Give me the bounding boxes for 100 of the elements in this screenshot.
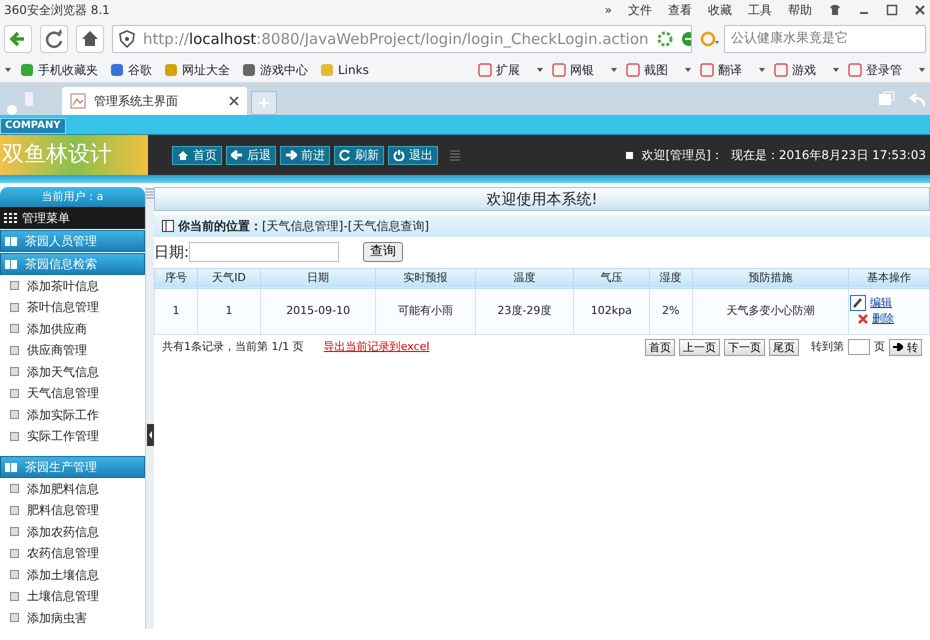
page-icon <box>10 548 19 558</box>
bookmark-icon <box>164 62 178 76</box>
menu-item[interactable]: 天气信息管理 <box>0 382 145 404</box>
refresh-icon[interactable] <box>40 24 68 52</box>
welcome-text: 欢迎[管理员]： <box>641 147 723 164</box>
page-icon <box>10 410 19 420</box>
menu-item[interactable]: 帮助 <box>788 1 812 19</box>
bookmark-link[interactable]: 网址大全 <box>164 60 230 78</box>
bookmark-icon <box>20 62 34 76</box>
toolbar-button[interactable]: 扩展 <box>478 60 520 78</box>
column-header: 天气ID <box>197 268 261 288</box>
toolbar-button[interactable]: 登录管 <box>848 60 902 78</box>
maximize-icon[interactable] <box>886 4 898 16</box>
column-header: 预防措施 <box>692 268 849 288</box>
page-button[interactable]: 下一页 <box>724 338 765 356</box>
menu-item[interactable]: 实际工作管理 <box>0 426 145 447</box>
toolbar-button[interactable]: 翻译 <box>700 60 742 78</box>
caret-icon[interactable] <box>832 66 840 74</box>
menu-item[interactable]: 添加土壤信息 <box>0 564 145 586</box>
menu-item[interactable]: 茶叶信息管理 <box>0 296 145 318</box>
close-icon[interactable] <box>914 4 926 16</box>
page-button[interactable]: 尾页 <box>769 338 799 356</box>
table-cell: 23度-29度 <box>475 288 574 334</box>
page-icon <box>10 592 19 601</box>
bookmark-icon <box>242 62 256 76</box>
table-cell: 2% <box>649 288 692 334</box>
toolbar-button[interactable]: 网银 <box>552 60 594 78</box>
caret-icon[interactable] <box>536 66 544 74</box>
toolbar-button[interactable]: 游戏 <box>774 60 816 78</box>
delete-link[interactable]: 删除 <box>872 311 894 328</box>
grip-icon <box>146 187 154 199</box>
loading-icon <box>656 30 673 46</box>
column-header: 气压 <box>573 268 650 288</box>
bookmark-link[interactable]: 手机收藏夹 <box>20 60 98 78</box>
menu-item[interactable]: 添加病虫害 <box>0 607 145 628</box>
edit-link[interactable]: 编辑 <box>870 294 892 311</box>
logo: 双鱼林设计 <box>0 135 148 175</box>
nav-button[interactable]: 首页 <box>172 146 222 164</box>
menu-item[interactable]: 添加实际工作 <box>0 404 145 426</box>
page-button[interactable]: 首页 <box>645 338 675 356</box>
delete-icon <box>858 314 868 324</box>
bookmark-link[interactable]: Links <box>320 60 369 78</box>
menu-item[interactable]: 工具 <box>748 1 772 19</box>
column-header: 日期 <box>260 268 376 288</box>
menu-item[interactable]: 土壤信息管理 <box>0 586 145 607</box>
menu-item[interactable]: 农药信息管理 <box>0 542 145 564</box>
collapse-handle-icon[interactable] <box>146 424 154 446</box>
nav-button[interactable]: 刷新 <box>334 146 384 164</box>
caret-icon[interactable] <box>684 66 692 74</box>
back-icon[interactable] <box>4 24 32 52</box>
page-button[interactable]: 上一页 <box>679 338 720 356</box>
menu-item[interactable]: 供应商管理 <box>0 340 145 361</box>
caret-icon[interactable] <box>918 66 926 74</box>
nav-button[interactable]: 退出 <box>388 146 438 164</box>
page-heading: 欢迎使用本系统! <box>154 187 930 211</box>
menu-title: 管理菜单 <box>22 210 70 227</box>
search-field[interactable]: 公认健康水果竟是它 <box>724 24 926 52</box>
skin-icon[interactable] <box>828 4 842 16</box>
column-header: 实时预报 <box>376 268 476 288</box>
caret-icon[interactable] <box>610 66 618 74</box>
nav-button[interactable]: 前进 <box>280 146 330 164</box>
export-link[interactable]: 导出当前记录到excel <box>324 338 430 356</box>
menu-item[interactable]: 添加农药信息 <box>0 521 145 542</box>
caret-icon[interactable] <box>758 66 766 74</box>
column-header: 序号 <box>154 268 198 288</box>
power-icon <box>393 149 405 161</box>
page-icon <box>10 388 19 398</box>
nav-button[interactable]: 后退 <box>226 146 276 164</box>
caret-icon[interactable] <box>4 66 12 74</box>
page-icon <box>70 93 86 109</box>
page-number-field[interactable] <box>848 339 870 355</box>
table-cell: 1 <box>154 288 198 334</box>
bookmark-icon <box>110 62 124 76</box>
page-unit: 页 <box>874 338 885 355</box>
page-icon <box>10 506 19 515</box>
square-icon <box>626 152 634 158</box>
menu-item[interactable]: 收藏 <box>708 1 732 19</box>
menu-item[interactable]: 添加天气信息 <box>0 361 145 382</box>
menu-item[interactable]: 添加肥料信息 <box>0 478 145 500</box>
tool-icon <box>774 62 788 76</box>
close-icon[interactable] <box>229 96 239 106</box>
bookmark-link[interactable]: 游戏中心 <box>242 60 308 78</box>
home-icon[interactable] <box>76 24 104 52</box>
page-icon <box>10 367 19 376</box>
menu-item[interactable]: » <box>604 1 612 19</box>
menu-item[interactable]: 肥料信息管理 <box>0 500 145 521</box>
menu-item[interactable]: 文件 <box>628 1 652 19</box>
bookmark-link[interactable]: 谷歌 <box>110 60 152 78</box>
tool-icon <box>626 62 640 76</box>
go-button[interactable]: 转 <box>889 338 922 356</box>
menu-item[interactable]: 查看 <box>668 1 692 19</box>
date-field[interactable] <box>189 242 340 262</box>
menu-item[interactable]: 添加供应商 <box>0 318 145 340</box>
search-button[interactable]: 查询 <box>363 242 404 262</box>
address-field[interactable]: http://localhost:8080/JavaWebProject/login/login_CheckLogin.action <box>112 24 692 52</box>
column-header: 基本操作 <box>848 268 930 288</box>
menu-item[interactable]: 添加茶叶信息 <box>0 275 145 296</box>
table-cell: 2015-09-10 <box>260 288 376 334</box>
browser-tab[interactable]: 管理系统主界面 <box>62 87 247 115</box>
toolbar-button[interactable]: 截图 <box>626 60 668 78</box>
